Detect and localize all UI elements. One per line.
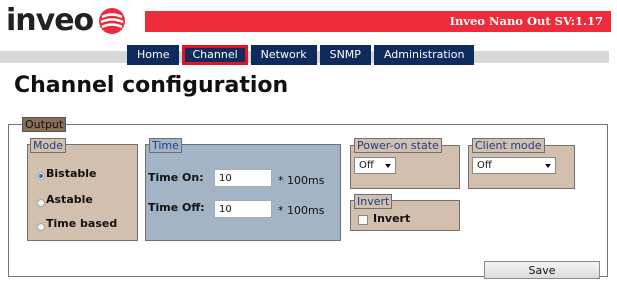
mode-bistable-radio[interactable] <box>37 172 45 180</box>
output-legend: Output <box>22 117 67 132</box>
time-panel <box>145 144 341 241</box>
nav-item-administration[interactable]: Administration <box>373 45 475 65</box>
time-off-input[interactable] <box>214 200 272 218</box>
power-on-select[interactable]: Off <box>354 157 396 174</box>
time-legend: Time <box>149 138 182 153</box>
time-on-label: Time On: <box>148 171 204 184</box>
client-mode-legend: Client mode <box>472 138 545 153</box>
power-on-legend: Power-on state <box>354 138 442 153</box>
time-off-label: Time Off: <box>148 201 205 214</box>
power-on-value: Off <box>359 160 374 171</box>
logo-mark-icon <box>99 8 126 34</box>
invert-legend: Invert <box>354 194 393 209</box>
save-button[interactable]: Save <box>484 261 600 279</box>
inveo-logo: inveo <box>6 2 126 40</box>
mode-astable-label: Astable <box>46 193 93 206</box>
nav-item-network[interactable]: Network <box>250 45 317 65</box>
chevron-down-icon <box>385 164 391 168</box>
device-banner: Inveo Nano Out SV:1.17 <box>145 11 611 32</box>
page-title: Channel configuration <box>14 73 289 98</box>
mode-astable-radio[interactable] <box>37 199 45 207</box>
nav-item-channel[interactable]: Channel <box>182 45 248 65</box>
device-title: Inveo Nano Out SV:1.17 <box>449 14 603 28</box>
main-nav: Home Channel Network SNMP Administration <box>127 45 477 65</box>
time-on-input[interactable] <box>214 169 272 187</box>
time-off-unit: * 100ms <box>278 204 325 217</box>
time-on-unit: * 100ms <box>278 174 325 187</box>
logo-text: inveo <box>6 3 94 38</box>
nav-item-snmp[interactable]: SNMP <box>319 45 371 65</box>
invert-label: Invert <box>373 212 411 225</box>
invert-checkbox[interactable] <box>358 215 368 225</box>
client-mode-select[interactable]: Off <box>472 157 556 174</box>
mode-time-based-radio[interactable] <box>37 223 45 231</box>
chevron-down-icon <box>545 164 551 168</box>
nav-item-home[interactable]: Home <box>127 45 180 65</box>
mode-legend: Mode <box>30 138 66 153</box>
mode-time-based-label: Time based <box>46 217 118 230</box>
mode-bistable-label: Bistable <box>46 167 97 180</box>
client-mode-value: Off <box>477 160 492 171</box>
